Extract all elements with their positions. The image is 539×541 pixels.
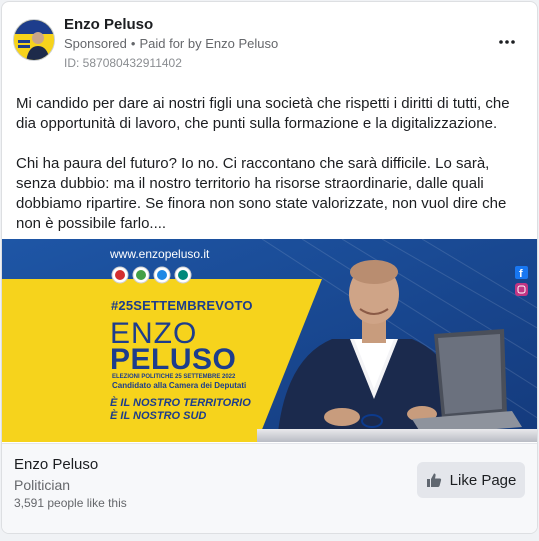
page-footer: Enzo Peluso Politician 3,591 people like… <box>2 443 537 533</box>
ad-image[interactable]: f www.enzopeluso.it #25SETTEMBREVOTO ENZ… <box>2 239 537 442</box>
more-options-button[interactable] <box>495 30 519 54</box>
instagram-icon <box>515 283 528 296</box>
page-name[interactable]: Enzo Peluso <box>64 16 153 33</box>
like-page-label: Like Page <box>449 471 517 489</box>
creative-candidate-line: Candidato alla Camera dei Deputati <box>112 381 247 390</box>
ad-image-graphic: f <box>2 239 537 442</box>
more-icon <box>499 40 515 44</box>
ad-card: Enzo Peluso Sponsored • Paid for by Enzo P… <box>1 1 538 534</box>
sponsored-label: Sponsored <box>64 36 127 51</box>
creative-last-name: PELUSO <box>110 343 237 376</box>
ad-id: ID: 587080432911402 <box>64 56 182 70</box>
post-paragraph: Chi ha paura del futuro? Io no. Ci racco… <box>16 155 507 232</box>
page-avatar[interactable] <box>13 19 55 61</box>
paid-for-label: Paid for by Enzo Peluso <box>139 36 279 51</box>
creative-hashtag: #25SETTEMBREVOTO <box>111 298 253 313</box>
creative-url: www.enzopeluso.it <box>110 247 210 261</box>
sponsored-line: Sponsored • Paid for by Enzo Peluso <box>64 36 278 51</box>
footer-page-name[interactable]: Enzo Peluso <box>14 456 98 473</box>
facebook-icon: f <box>515 266 528 280</box>
post-text: Mi candido per dare ai nostri figli una … <box>16 94 526 254</box>
post-header: Enzo Peluso Sponsored • Paid for by Enzo P… <box>2 2 537 80</box>
footer-like-count: 3,591 people like this <box>14 496 127 510</box>
thumbs-up-icon <box>426 473 441 487</box>
meta-separator: • <box>130 36 136 51</box>
svg-text:f: f <box>519 268 523 280</box>
creative-slogan-2: È IL NOSTRO SUD <box>110 410 207 422</box>
post-paragraph: Mi candido per dare ai nostri figli una … <box>16 95 510 132</box>
footer-category: Politician <box>14 477 71 493</box>
like-page-button[interactable]: Like Page <box>417 462 525 498</box>
creative-election-line: ELEZIONI POLITICHE 25 SETTEMBRE 2022 <box>112 374 236 380</box>
creative-slogan-1: È IL NOSTRO TERRITORIO <box>110 397 251 409</box>
